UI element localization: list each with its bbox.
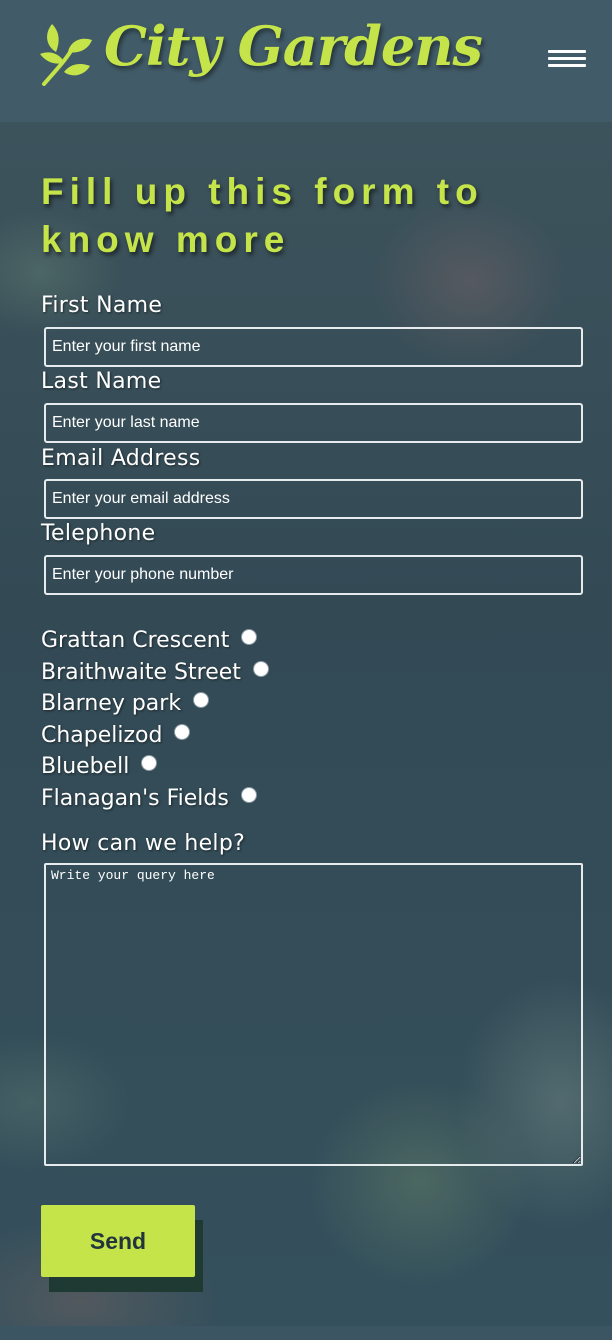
brand-logo-text[interactable]: City Gardens [104, 14, 483, 78]
location-radio[interactable] [141, 755, 158, 771]
query-label: How can we help? [41, 831, 246, 856]
last-name-label: Last Name [41, 369, 162, 394]
leaf-sprig-icon[interactable] [40, 24, 92, 88]
location-option-grattan-crescent[interactable]: Grattan Crescent [41, 625, 258, 655]
location-label: Flanagan's Fields [41, 785, 229, 811]
location-radio[interactable] [252, 661, 269, 677]
location-label: Blarney park [41, 690, 182, 716]
location-label: Grattan Crescent [41, 627, 230, 653]
location-radio[interactable] [241, 629, 258, 645]
send-button[interactable]: Send [41, 1205, 195, 1277]
location-radio[interactable] [174, 724, 191, 740]
form-title: Fill up this form to know more [41, 171, 484, 260]
email-label: Email Address [41, 446, 201, 471]
location-radio[interactable] [240, 787, 257, 803]
email-input[interactable] [44, 479, 583, 519]
location-radio[interactable] [193, 692, 210, 708]
telephone-label: Telephone [41, 521, 156, 546]
location-label: Bluebell [41, 753, 130, 779]
query-textarea[interactable] [44, 863, 583, 1166]
telephone-input[interactable] [44, 555, 583, 595]
location-option-flanagans-fields[interactable]: Flanagan's Fields [41, 783, 257, 813]
location-label: Braithwaite Street [41, 659, 241, 685]
footer-strip [0, 1326, 612, 1340]
location-option-braithwaite-street[interactable]: Braithwaite Street [41, 657, 269, 687]
site-header: City Gardens [0, 0, 612, 122]
first-name-input[interactable] [44, 327, 583, 367]
location-label: Chapelizod [41, 722, 163, 748]
location-option-chapelizod[interactable]: Chapelizod [41, 720, 191, 750]
first-name-label: First Name [41, 293, 163, 318]
hamburger-menu-icon[interactable] [548, 50, 588, 76]
location-option-bluebell[interactable]: Bluebell [41, 751, 158, 781]
last-name-input[interactable] [44, 403, 583, 443]
location-option-blarney-park[interactable]: Blarney park [41, 688, 210, 718]
